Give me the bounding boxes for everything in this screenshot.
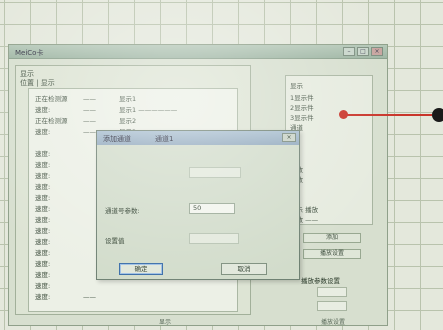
row-key: 速度:	[35, 216, 51, 224]
add-channel-dialog: 添加通道 通道1 × 通道号参数: 50 设置值 确定 取消	[96, 130, 300, 280]
dialog-titlebar[interactable]: 添加通道 通道1 ×	[97, 131, 299, 145]
row-key: 速度:	[35, 161, 51, 169]
status-right: 播放设置	[321, 319, 346, 326]
list-item[interactable]: 1显示件	[290, 92, 314, 102]
row-key: 速度:	[35, 249, 51, 257]
value-spinner[interactable]	[317, 301, 347, 311]
left-panel-subheader: 位置 | 显示	[20, 79, 55, 87]
row-value: ——	[83, 293, 96, 301]
window-titlebar[interactable]: MeiCo卡 – □ ×	[9, 45, 387, 59]
row-key: 速度:	[35, 238, 51, 246]
list-item[interactable]: 速度: —— 显示1 ——————	[35, 104, 178, 114]
row-value: ——	[83, 95, 96, 103]
row-key: 正在检测源	[35, 95, 68, 103]
annotation-marker-icon	[432, 108, 443, 122]
list-item[interactable]: 正在检测源 —— 显示1	[35, 93, 137, 103]
row-key: 速度:	[35, 183, 51, 191]
row-key: 速度:	[35, 150, 51, 158]
row-key: 速度:	[35, 227, 51, 235]
row-key: 速度:	[35, 106, 51, 114]
cancel-button[interactable]: 取消	[221, 263, 267, 275]
channel-param-label: 通道号参数:	[105, 207, 140, 215]
dialog-subtitle: 通道1	[155, 135, 174, 143]
close-button[interactable]: ×	[371, 47, 383, 56]
first-field[interactable]	[189, 167, 241, 178]
window-title: MeiCo卡	[15, 49, 44, 57]
row-value: ——	[83, 117, 96, 125]
row-key: 速度:	[35, 128, 51, 136]
row-key: 速度:	[35, 271, 51, 279]
list-item[interactable]: 3显示件	[290, 112, 314, 122]
add-button[interactable]: 添加	[303, 233, 361, 243]
setting-value-input[interactable]	[189, 233, 239, 244]
window-controls: – □ ×	[343, 47, 383, 56]
channel-param-input[interactable]: 50	[189, 203, 235, 214]
status-left: 显示	[159, 319, 172, 326]
list-item[interactable]: 2显示件	[290, 102, 314, 112]
row-key: 速度:	[35, 260, 51, 268]
row-key: 速度:	[35, 205, 51, 213]
minimize-button[interactable]: –	[343, 47, 355, 56]
row-note: 显示2	[119, 117, 137, 125]
row-key: 速度:	[35, 293, 51, 301]
value-spinner[interactable]	[317, 287, 347, 297]
row-key: 速度:	[35, 172, 51, 180]
setting-value-label: 设置值	[105, 237, 125, 245]
ok-button[interactable]: 确定	[119, 263, 163, 275]
annotation-pointer-dot	[339, 110, 348, 119]
row-key: 正在检测源	[35, 117, 68, 125]
row-note: 显示1 ——————	[119, 106, 178, 114]
dialog-title: 添加通道	[103, 135, 131, 143]
row-note: 显示1	[119, 95, 137, 103]
list-item[interactable]: 正在检测源 —— 显示2	[35, 115, 137, 125]
status-bar: 显示 播放设置	[9, 315, 387, 326]
list-item[interactable]: 速度: ——	[35, 291, 119, 301]
list-item[interactable]: 速度:	[35, 280, 119, 290]
row-key: 速度:	[35, 194, 51, 202]
annotation-pointer-line	[344, 114, 432, 116]
row-key: 速度:	[35, 282, 51, 290]
dialog-close-button[interactable]: ×	[282, 133, 296, 142]
play-settings-button[interactable]: 播放设置	[303, 249, 361, 259]
section-label: 播放参数设置	[301, 277, 340, 285]
list-item[interactable]: 显示	[290, 80, 303, 90]
maximize-button[interactable]: □	[357, 47, 369, 56]
row-value: ——	[83, 106, 96, 114]
